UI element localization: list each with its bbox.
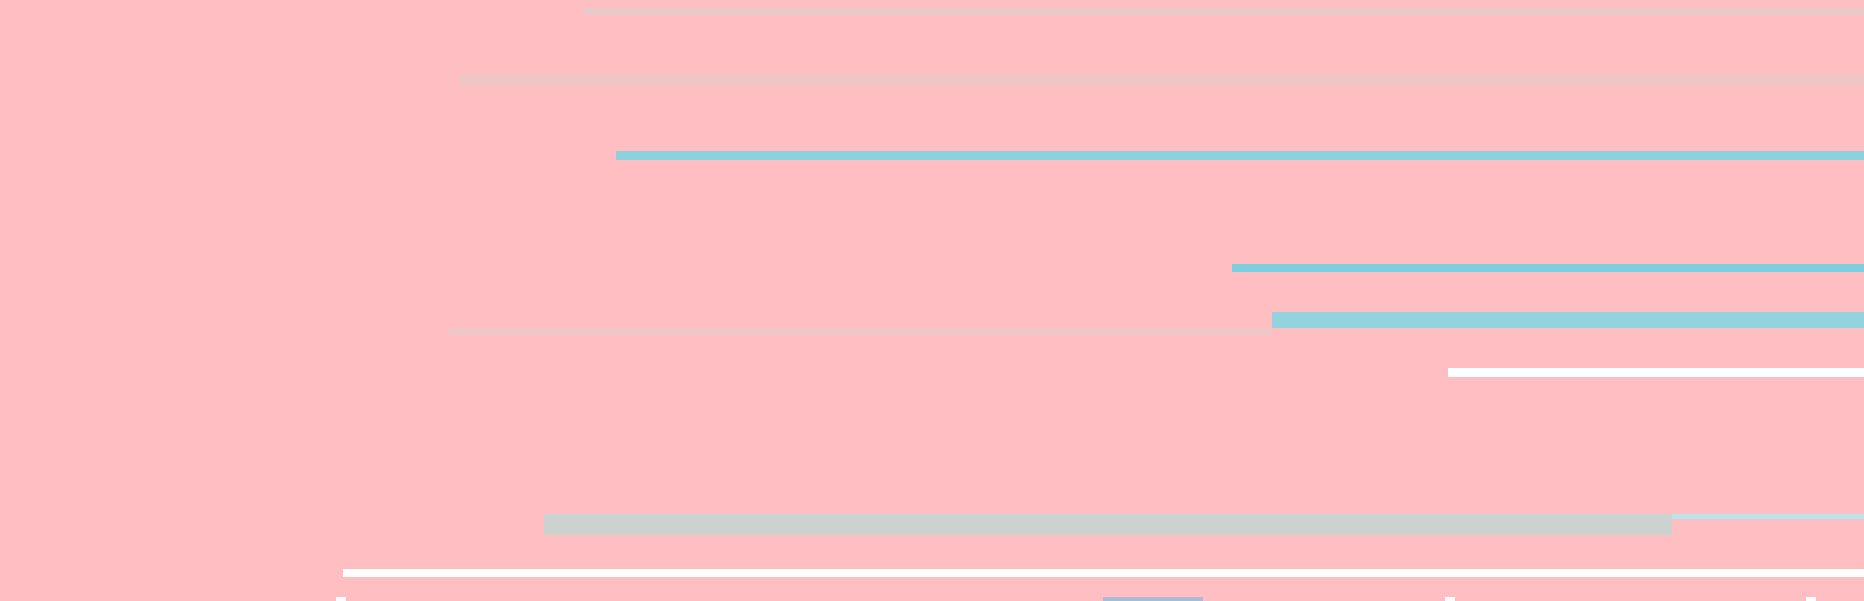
tick-2 [1103, 597, 1203, 601]
stripe-gray-upper [458, 74, 1864, 86]
stripe-white-lower [1448, 368, 1864, 377]
pink-canvas [0, 0, 1864, 601]
tick-3 [1445, 597, 1455, 601]
stripe-teal-lower [1272, 312, 1864, 328]
stripe-white-bottom [343, 569, 1864, 577]
stripe-teal-thin [1672, 514, 1864, 519]
stripe-gray-bottom [544, 514, 1672, 535]
tick-1 [336, 597, 346, 601]
tick-4 [1806, 597, 1816, 601]
stripe-teal-middle [1232, 264, 1864, 272]
stripe-gray-middle [449, 328, 1272, 335]
stripe-gray-top [583, 8, 1864, 15]
stripe-teal-upper [616, 151, 1864, 160]
